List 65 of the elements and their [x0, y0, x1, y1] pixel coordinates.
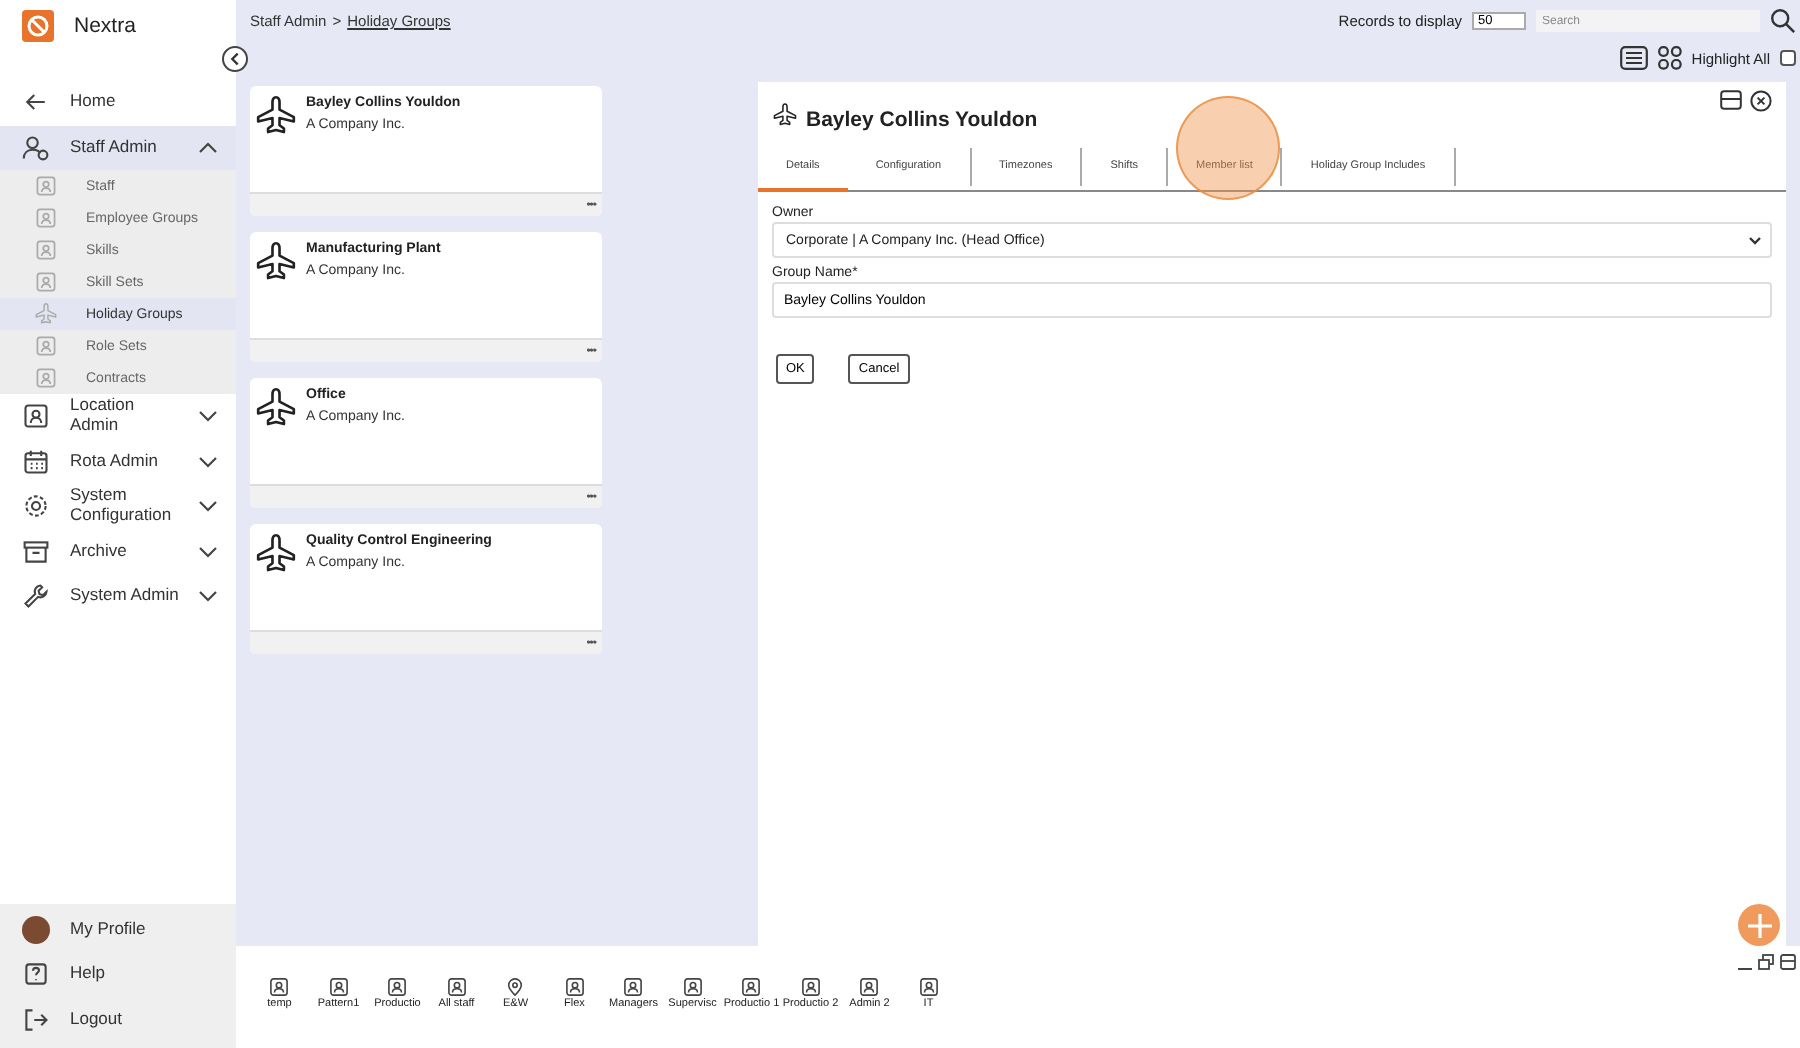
person-icon	[742, 978, 761, 996]
plus-icon	[1745, 911, 1773, 939]
location-pin-icon	[506, 978, 525, 996]
window-icon[interactable]	[1720, 90, 1742, 110]
id-card-icon	[34, 174, 58, 198]
id-card-icon	[22, 402, 50, 431]
id-card-icon	[34, 238, 58, 262]
chevron-down-icon[interactable]	[198, 545, 218, 558]
plane-icon	[254, 386, 298, 430]
list-view-icon[interactable]	[1619, 46, 1648, 70]
calendar-icon	[22, 447, 50, 476]
nav-item[interactable]: System Configuration	[0, 484, 236, 529]
person-icon	[447, 978, 466, 996]
nav-item[interactable]: Home	[0, 80, 236, 125]
person-icon	[565, 978, 584, 996]
person-icon	[801, 978, 820, 996]
person-icon	[919, 978, 938, 996]
gear-icon	[22, 492, 50, 521]
wrench-icon	[22, 582, 50, 611]
detail-title: Bayley Collins Youldon	[806, 108, 1040, 132]
chevron-down-icon[interactable]	[198, 410, 218, 423]
avatar	[22, 915, 50, 944]
chevron-up-icon[interactable]	[198, 141, 218, 154]
id-card-icon	[34, 366, 58, 390]
person-icon	[683, 978, 702, 996]
grid-view-icon[interactable]	[1657, 46, 1682, 70]
nav-item[interactable]: Staff Admin	[0, 125, 236, 170]
id-card-icon	[34, 206, 58, 230]
person-icon	[388, 978, 407, 996]
nav-item[interactable]: System Admin	[0, 574, 236, 619]
help-icon	[22, 960, 50, 989]
chevron-left-icon	[226, 50, 244, 68]
plane-icon	[34, 302, 58, 326]
chevron-down-icon[interactable]	[198, 590, 218, 603]
dropdown-caret-icon	[1748, 235, 1762, 245]
logo-icon	[22, 10, 54, 42]
plane-icon	[772, 102, 798, 128]
collapse-button[interactable]	[222, 46, 248, 72]
people-icon	[22, 133, 50, 162]
close-icon[interactable]	[1750, 90, 1772, 112]
tap-highlight	[1176, 96, 1280, 200]
nav-item[interactable]: Archive	[0, 529, 236, 574]
app-name: Nextra	[74, 14, 136, 38]
id-card-icon	[34, 270, 58, 294]
plane-icon	[254, 532, 298, 576]
id-card-icon	[34, 334, 58, 358]
maximize-icon[interactable]	[1780, 954, 1796, 970]
archive-box-icon	[22, 537, 50, 566]
person-icon	[624, 978, 643, 996]
plane-icon	[254, 94, 298, 138]
restore-icon[interactable]	[1758, 954, 1774, 970]
nav-item[interactable]: Location Admin	[0, 394, 236, 439]
nav-item[interactable]: Logout	[0, 997, 236, 1042]
logout-icon	[22, 1005, 50, 1034]
nav-item[interactable]: Help	[0, 952, 236, 997]
person-icon	[270, 978, 289, 996]
plane-icon	[254, 240, 298, 284]
chevron-down-icon[interactable]	[198, 455, 218, 468]
person-icon	[329, 978, 348, 996]
highlight-all-checkbox[interactable]	[1780, 50, 1796, 66]
chevron-down-icon[interactable]	[198, 500, 218, 513]
nav-item[interactable]: Rota Admin	[0, 439, 236, 484]
person-icon	[860, 978, 879, 996]
search-icon[interactable]	[1770, 8, 1796, 34]
nav-item[interactable]: My Profile	[0, 907, 236, 952]
